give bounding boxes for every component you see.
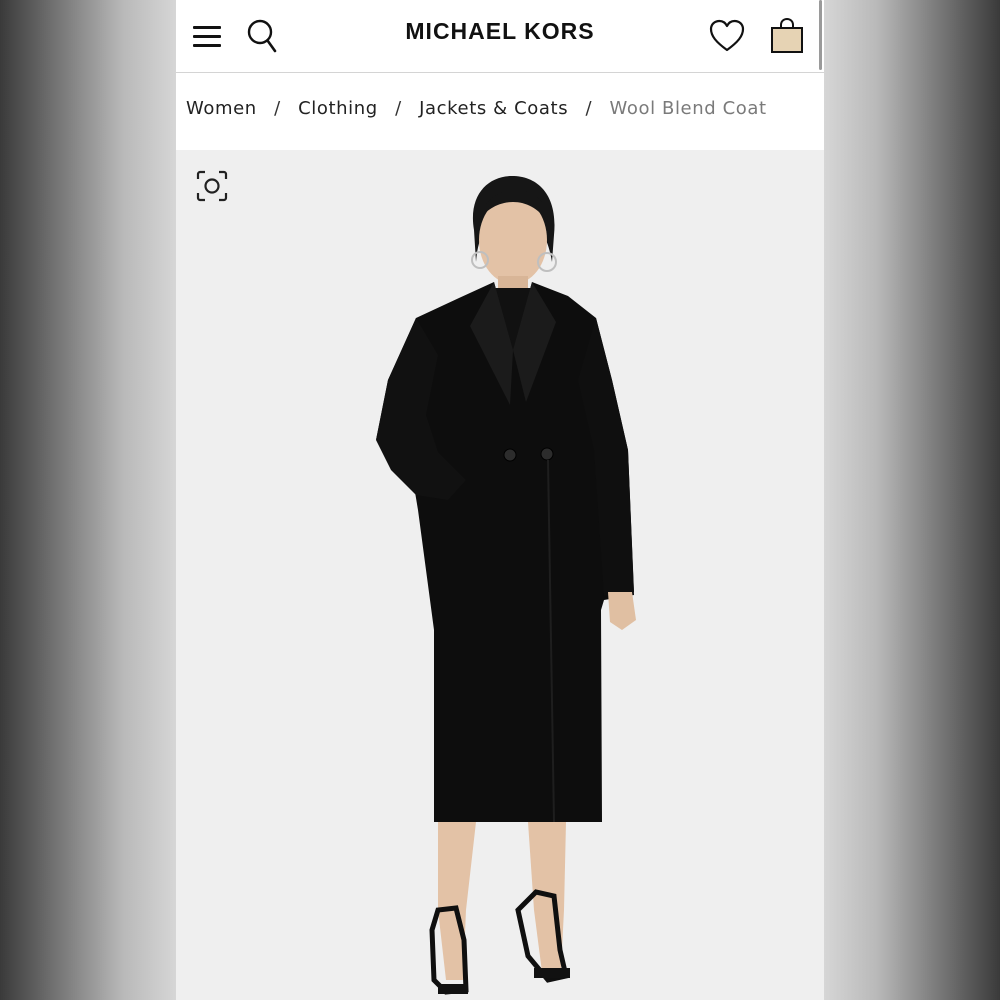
left-blurred-background <box>0 0 176 1000</box>
shopping-bag-icon <box>771 17 803 53</box>
breadcrumb-separator: / <box>395 98 402 119</box>
mobile-page: MICHAEL KORS Women / Clothing / Jackets … <box>176 0 824 1000</box>
breadcrumb-link-women[interactable]: Women <box>186 98 257 119</box>
breadcrumb-link-jackets-coats[interactable]: Jackets & Coats <box>419 98 568 119</box>
camera-scan-icon <box>196 170 228 202</box>
breadcrumb-link-clothing[interactable]: Clothing <box>298 98 378 119</box>
scrollbar[interactable] <box>819 0 822 70</box>
right-blurred-background <box>824 0 1000 1000</box>
breadcrumb-current: Wool Blend Coat <box>609 98 767 119</box>
product-photo-model <box>376 176 636 995</box>
site-header: MICHAEL KORS <box>176 0 824 73</box>
breadcrumb-separator: / <box>585 98 593 119</box>
heart-icon <box>709 19 745 52</box>
brand-logo-link[interactable]: MICHAEL KORS <box>405 18 594 45</box>
shopping-bag-button[interactable] <box>768 16 806 56</box>
zoom-button[interactable] <box>194 168 230 204</box>
model-legs <box>438 822 476 980</box>
wishlist-button[interactable] <box>708 18 746 54</box>
product-image[interactable] <box>176 150 824 1000</box>
breadcrumb: Women / Clothing / Jackets & Coats / Woo… <box>186 98 767 124</box>
breadcrumb-separator: / <box>274 98 281 119</box>
